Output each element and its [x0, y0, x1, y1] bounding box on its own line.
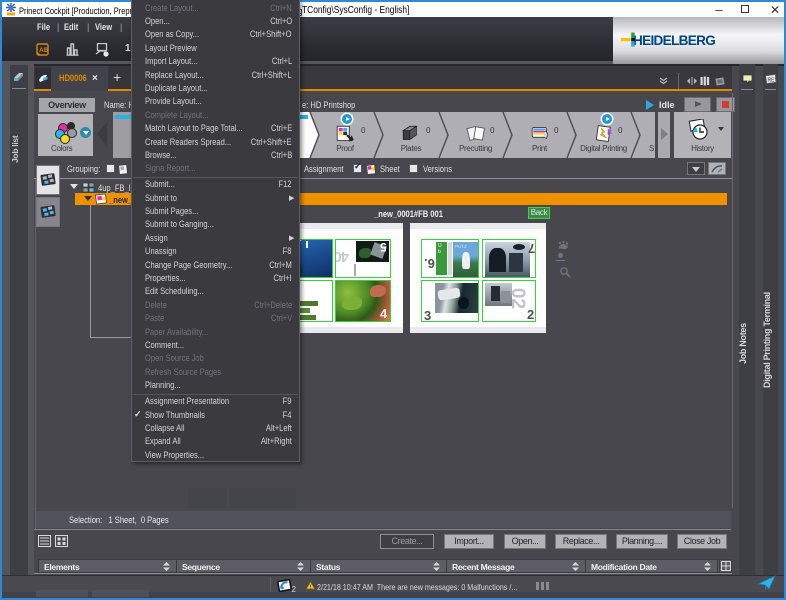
svg-text:2: 2 [292, 585, 297, 593]
svg-text:RES: RES [768, 78, 778, 84]
svg-text:HEIDELBERG: HEIDELBERG [633, 33, 715, 47]
svg-text:AB: AB [39, 47, 49, 54]
svg-text:!: ! [309, 584, 311, 590]
